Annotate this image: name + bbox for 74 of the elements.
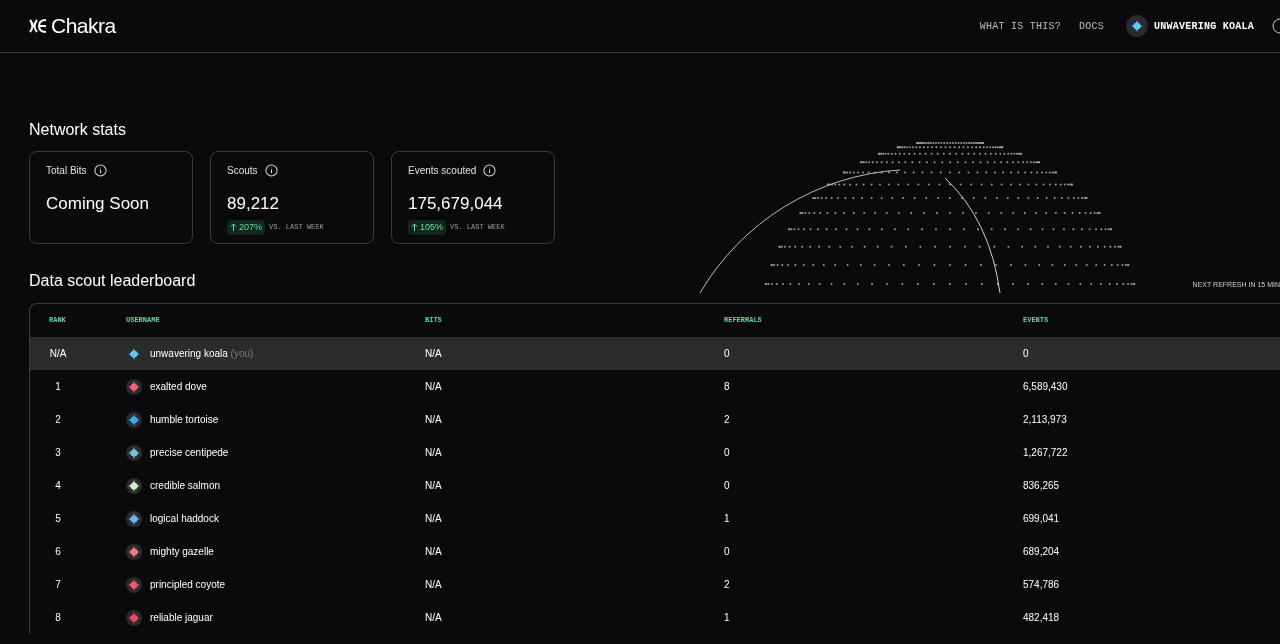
referrals-cell-text: 2	[724, 578, 731, 592]
stat-value: Coming Soon	[46, 193, 150, 215]
events-cell-text: 1,267,722	[1023, 446, 1069, 460]
referrals-cell-text: 2	[724, 413, 731, 427]
leaderboard-row[interactable]: 6 mighty gazelle N/A 0 689,204	[30, 535, 1280, 568]
referrals-cell-text: 0	[724, 545, 731, 559]
bits-cell-text: N/A	[425, 479, 443, 493]
username-cell-text: humble tortoise	[150, 413, 219, 427]
rank-cell-text: 3	[54, 446, 62, 460]
stat-value: 175,679,044	[408, 193, 504, 215]
referrals-cell-text: 8	[724, 380, 731, 394]
rank-cell-text: 6	[54, 545, 62, 559]
stat-label: Total Bits	[46, 164, 87, 178]
username-cell-text: logical haddock	[150, 512, 219, 526]
logo-icon	[29, 18, 47, 34]
username-cell-text: precise centipede	[150, 446, 229, 460]
rank-cell-text: 2	[54, 413, 62, 427]
events-cell-text: 699,041	[1023, 512, 1061, 526]
bits-cell-text: N/A	[425, 611, 443, 625]
bits-cell-text: N/A	[425, 512, 443, 526]
section-title: Data scout leaderboard	[29, 271, 196, 291]
bits-cell-text: N/A	[425, 578, 443, 592]
leaderboard-row[interactable]: 3 precise centipede N/A 0 1,267,722	[30, 436, 1280, 469]
section-title: Network stats	[29, 120, 127, 140]
stat-value: 89,212	[227, 193, 280, 215]
change-badge: 105%	[408, 219, 447, 235]
username-cell-text: principled coyote	[150, 578, 226, 592]
up-arrow-icon	[411, 223, 418, 232]
username-cell-text: mighty gazelle	[150, 545, 214, 559]
stat-label: Events scouted	[408, 164, 477, 178]
user-menu-button[interactable]: UNWAVERING KOALA	[1126, 15, 1254, 37]
stat-label: Scouts	[227, 164, 258, 178]
events-cell-text: 689,204	[1023, 545, 1061, 559]
leaderboard-row[interactable]: 2 humble tortoise N/A 2 2,113,973	[30, 403, 1280, 436]
referrals-cell-text: 1	[724, 512, 731, 526]
username-cell-text: exalted dove	[150, 380, 207, 394]
events-cell-text: 836,265	[1023, 479, 1061, 493]
referrals-cell-text: 0	[724, 347, 731, 361]
info-icon[interactable]	[264, 164, 278, 177]
bits-cell-text: N/A	[425, 380, 443, 394]
events-cell-text: 0	[1023, 347, 1030, 361]
up-arrow-icon	[230, 223, 237, 232]
rank-cell-text: N/A	[48, 347, 68, 361]
bits-cell-text: N/A	[425, 545, 443, 559]
leaderboard-row[interactable]: 7 principled coyote N/A 2 574,786	[30, 568, 1280, 601]
username-cell-text: credible salmon	[150, 479, 221, 493]
bits-cell-text: N/A	[425, 446, 443, 460]
leaderboard-row[interactable]: 4 credible salmon N/A 0 836,265	[30, 469, 1280, 502]
leaderboard-row[interactable]: N/A unwavering koala (you) N/A 0 0	[30, 337, 1280, 370]
bits-cell-text: N/A	[425, 413, 443, 427]
events-cell-text: 2,113,973	[1023, 413, 1068, 427]
username-cell-text: reliable jaguar	[150, 611, 213, 625]
referrals-cell-text: 1	[724, 611, 731, 625]
events-cell-text: 574,786	[1023, 578, 1061, 592]
logo-text[interactable]: Chakra	[51, 10, 116, 42]
rank-cell-text: 4	[54, 479, 62, 493]
info-icon[interactable]	[93, 164, 107, 177]
rank-cell-text: 1	[54, 380, 62, 394]
bits-cell-text: N/A	[425, 347, 443, 361]
nav-link[interactable]: WHAT IS THIS?	[979, 18, 1061, 34]
change-badge: 207%	[227, 219, 266, 235]
events-cell-text: 482,418	[1023, 611, 1061, 625]
nav-link[interactable]: DOCS	[1078, 18, 1104, 34]
username-cell-text: unwavering koala (you)	[150, 347, 254, 361]
events-cell-text: 6,589,430	[1023, 380, 1069, 394]
leaderboard-row[interactable]: 1 exalted dove N/A 8 6,589,430	[30, 370, 1280, 403]
rank-cell-text: 7	[54, 578, 62, 592]
referrals-cell-text: 0	[724, 446, 731, 460]
leaderboard-row[interactable]: 8 reliable jaguar N/A 1 482,418	[30, 601, 1280, 634]
info-icon[interactable]	[483, 164, 497, 177]
rank-cell-text: 5	[54, 512, 62, 526]
leaderboard-row[interactable]: 5 logical haddock N/A 1 699,041	[30, 502, 1280, 535]
referrals-cell-text: 0	[724, 479, 731, 493]
rank-cell-text: 8	[54, 611, 62, 625]
